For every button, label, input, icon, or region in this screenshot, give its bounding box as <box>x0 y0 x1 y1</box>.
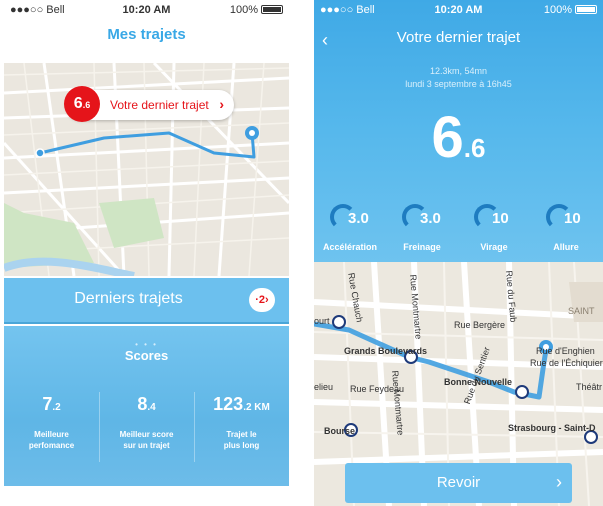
stat-value: 8 <box>137 394 148 414</box>
stat-label: perfomance <box>28 441 75 450</box>
score-integer: 6 <box>431 105 464 170</box>
battery-icon <box>575 5 597 14</box>
metric-label: Allure <box>553 242 579 252</box>
stat-label: Meilleur score <box>119 430 174 439</box>
scores-panel: • • • Scores 7.2 Meilleure perfomance 8.4… <box>4 326 289 486</box>
stat-longest-trip: 123.2 KM Trajet le plus long <box>194 394 289 451</box>
recent-trips-badge: ·2› <box>249 288 275 312</box>
stat-best-performance: 7.2 Meilleure perfomance <box>4 394 99 451</box>
replay-button[interactable]: Revoir › <box>345 463 572 503</box>
map-label: Grands Boulevards <box>344 346 428 356</box>
score-decimal: .6 <box>82 100 91 110</box>
metric-acceleration[interactable]: 3.0 Accélération <box>314 202 386 252</box>
chevron-right-icon: › <box>556 472 562 492</box>
last-trip-bubble[interactable]: 6.6 Votre dernier trajet › <box>64 86 234 122</box>
map-label: Théâtr <box>576 382 603 392</box>
metric-value: 10 <box>492 210 509 227</box>
trip-date: lundi 3 septembre à 16h45 <box>405 79 512 89</box>
map-label: elieu <box>314 382 334 392</box>
last-trip-screen: ●●●○○ Bell 10:20 AM 100% ‹ Votre dernier… <box>314 0 603 506</box>
score-integer: 6 <box>73 95 83 112</box>
score-decimal: .6 <box>463 133 486 163</box>
page-title: Mes trajets <box>107 26 186 43</box>
last-trip-score: 6.6 <box>64 86 100 122</box>
stat-value: 7 <box>42 394 53 414</box>
metric-label: Freinage <box>403 242 441 252</box>
stat-label: Meilleure <box>34 430 69 439</box>
stat-decimal: .4 <box>147 402 156 413</box>
trip-distance-duration: 12.3km, 54mn <box>429 66 488 76</box>
last-trip-label: Votre dernier trajet <box>110 98 209 112</box>
map-label: Rue de l'Échiquier <box>530 358 603 368</box>
map-label: Strasbourg - Saint-D <box>508 423 596 433</box>
map-label: Rue d'Enghien <box>536 346 595 356</box>
metric-value: 10 <box>564 210 581 227</box>
stat-decimal: .2 <box>52 402 61 413</box>
battery-indicator: 100% <box>544 4 597 16</box>
metric-value: 3.0 <box>420 210 441 227</box>
metric-label: Accélération <box>322 242 378 252</box>
metric-pace[interactable]: 10 Allure <box>530 202 602 252</box>
status-bar: ●●●○○ Bell 10:20 AM 100% <box>314 0 603 20</box>
battery-percent: 100% <box>229 4 258 16</box>
status-bar: ●●●○○ Bell 10:20 AM 100% <box>4 0 289 20</box>
recent-trips-button[interactable]: Derniers trajets ·2› <box>4 278 289 322</box>
metric-label: Virage <box>480 242 508 252</box>
map-label: Bourse <box>324 426 356 436</box>
metric-braking[interactable]: 3.0 Freinage <box>386 202 458 252</box>
stat-label: sur un trajet <box>123 441 170 450</box>
metric-value: 3.0 <box>348 210 369 227</box>
battery-icon <box>261 5 283 14</box>
stat-label: plus long <box>223 441 260 450</box>
metric-turning[interactable]: 10 Virage <box>458 202 530 252</box>
stat-best-trip-score: 8.4 Meilleur score sur un trajet <box>99 394 194 451</box>
screenshot: ●●●○○ Bell 10:20 AM 100% Mes trajets 6.6… <box>0 0 603 506</box>
page-title: Votre dernier trajet <box>396 29 521 46</box>
stat-value: 123 <box>213 394 244 414</box>
map-label: ourt <box>314 316 330 326</box>
scores-title: Scores <box>124 348 169 363</box>
chevron-right-icon: › <box>219 96 224 112</box>
map-label: SAINT <box>568 306 595 316</box>
recent-trips-label: Derniers trajets <box>74 290 183 307</box>
battery-percent: 100% <box>543 4 572 16</box>
replay-label: Revoir <box>436 474 481 491</box>
battery-indicator: 100% <box>230 4 283 16</box>
stat-decimal: .2 KM <box>243 402 270 413</box>
trip-score: 6.6 <box>314 104 603 171</box>
my-trips-screen: ●●●○○ Bell 10:20 AM 100% Mes trajets 6.6… <box>4 0 289 506</box>
map-label: Rue Bergère <box>454 320 506 330</box>
stat-label: Trajet le <box>226 430 257 439</box>
